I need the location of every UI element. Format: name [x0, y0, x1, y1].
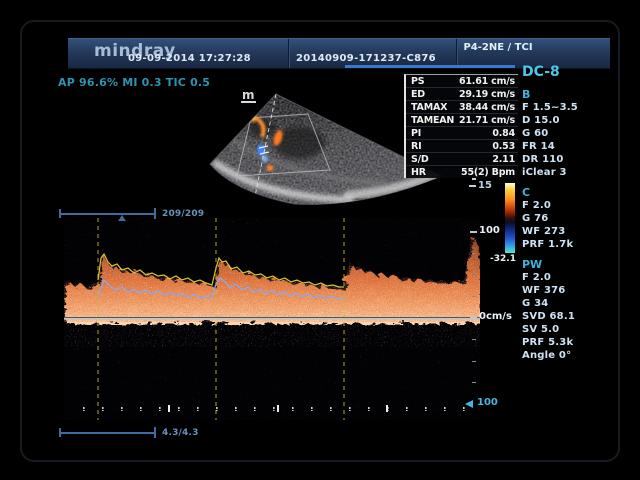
cine-frame-progress-bar[interactable]: 209/209 [56, 205, 256, 221]
b-param: F 1.5~3.5 [522, 101, 622, 114]
c-param: PRF 1.7k [522, 238, 622, 251]
depth-tick [472, 178, 476, 180]
measurement-row: PI0.84 [406, 127, 518, 140]
pw-param: Angle 0° [522, 349, 622, 362]
doppler-baseline[interactable] [64, 318, 480, 320]
depth-tick [469, 185, 476, 187]
measurement-row: ED29.19 cm/s [406, 88, 518, 101]
axis-tick [470, 231, 477, 233]
topbar-divider [288, 39, 289, 68]
cine-time-counter: 4.3/4.3 [162, 428, 199, 438]
progress-track[interactable] [60, 432, 155, 434]
pw-param: G 34 [522, 297, 622, 310]
system-model-label: DC-8 [522, 64, 622, 81]
topbar-accent-line [345, 65, 515, 68]
b-param: FR 14 [522, 140, 622, 153]
orientation-marker: m [241, 90, 256, 103]
parameter-sidebar: DC-8 B F 1.5~3.5 D 15.0 G 60 FR 14 DR 11… [522, 64, 622, 362]
pw-mode-section-title: PW [522, 258, 622, 271]
color-mode-section-title: C [522, 186, 622, 199]
axis-tick [472, 275, 476, 276]
depth-max-label: 15 [478, 180, 492, 191]
b-mode-section-title: B [522, 88, 622, 101]
velocity-baseline-label: 0cm/s [479, 311, 512, 322]
axis-tick [472, 296, 476, 297]
axis-tick [472, 361, 476, 362]
c-param: WF 273 [522, 225, 622, 238]
probe-preset-label[interactable]: P4-2NE / TCI [428, 42, 568, 53]
depth-ruler: 15 [464, 174, 508, 200]
cine-time-progress-bar[interactable]: 4.3/4.3 [56, 424, 256, 440]
pw-param: SV 5.0 [522, 323, 622, 336]
pw-param: SVD 68.1 [522, 310, 622, 323]
system-datetime: 09-09-2014 17:27:28 [128, 53, 251, 64]
b-param: iClear 3 [522, 166, 622, 179]
measurement-row: TAMAX38.44 cm/s [406, 101, 518, 114]
progress-end-cap [154, 427, 156, 438]
cine-frame-counter: 209/209 [162, 209, 204, 219]
measurement-row: S/D2.11 [406, 153, 518, 166]
velocity-max-label: 100 [479, 225, 500, 236]
scale-marker-icon [465, 400, 473, 408]
pw-param: WF 376 [522, 284, 622, 297]
pw-param: PRF 5.3k [522, 336, 622, 349]
progress-track[interactable] [60, 213, 155, 215]
ultrasound-screen: mindray 09-09-2014 17:27:28 20140909-171… [0, 0, 640, 480]
pw-param: F 2.0 [522, 271, 622, 284]
measurement-row: RI0.53 [406, 140, 518, 153]
c-param: F 2.0 [522, 199, 622, 212]
b-param: DR 110 [522, 153, 622, 166]
velocity-axis: 100 0cm/s 100 [464, 218, 514, 420]
measurement-row: PS61.61 cm/s [406, 75, 518, 88]
velocity-min-label: 100 [477, 397, 498, 408]
acoustic-output-readout: AP 96.6% MI 0.3 TIC 0.5 [58, 76, 210, 89]
measurement-row: TAMEAN21.71 cm/s [406, 114, 518, 127]
axis-tick [472, 339, 476, 340]
progress-end-cap [154, 208, 156, 219]
axis-tick [470, 317, 477, 319]
pw-spectrogram [64, 218, 480, 420]
c-param: G 76 [522, 212, 622, 225]
b-param: D 15.0 [522, 114, 622, 127]
measurement-results-panel: PS61.61 cm/s ED29.19 cm/s TAMAX38.44 cm/… [404, 74, 518, 178]
axis-tick [472, 253, 476, 254]
loop-marker-icon[interactable] [118, 215, 126, 221]
axis-tick [472, 382, 476, 383]
b-param: G 60 [522, 127, 622, 140]
exam-id: 20140909-171237-C876 [296, 53, 436, 64]
